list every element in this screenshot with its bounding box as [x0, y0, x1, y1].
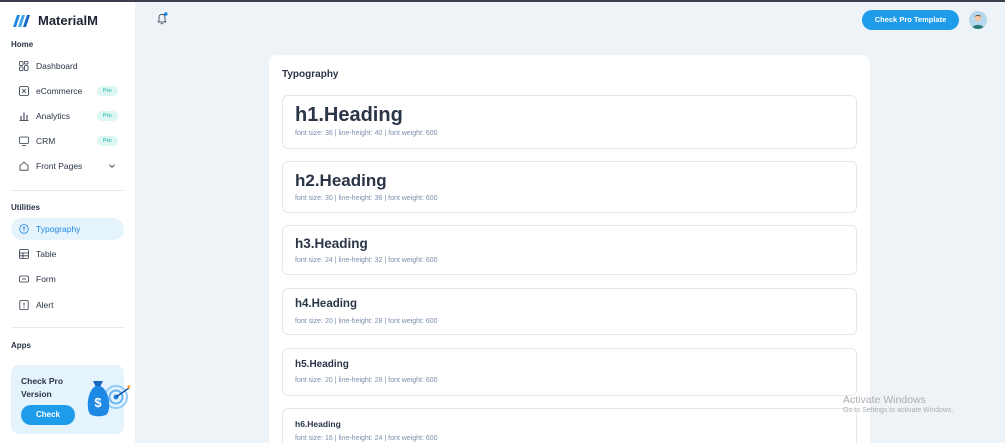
- heading-sample-h5: h5.Heading font size: 20 | line-height: …: [282, 348, 857, 396]
- activate-windows-watermark-title: Activate Windows: [843, 394, 926, 406]
- check-pro-template-button[interactable]: Check Pro Template: [862, 10, 959, 30]
- sidebar-item-front-pages[interactable]: Front Pages: [11, 155, 124, 177]
- heading-text: h2.Heading: [295, 171, 387, 190]
- check-button[interactable]: Check: [21, 405, 75, 425]
- heading-text: h3.Heading: [295, 236, 368, 251]
- page-title: Typography: [282, 69, 339, 80]
- sidebar-item-typography[interactable]: Typography: [11, 218, 124, 240]
- sidebar-item-label: Analytics: [36, 111, 71, 121]
- heading-text: h1.Heading: [295, 104, 403, 126]
- sidebar-item-label: eCommerce: [36, 86, 83, 96]
- heading-sample-h4: h4.Heading font size: 20 | line-height: …: [282, 288, 857, 335]
- window-top-border: [0, 0, 1005, 2]
- section-label-home: Home: [11, 40, 34, 49]
- heading-text: h5.Heading: [295, 359, 349, 370]
- heading-meta: font size: 30 | line-height: 36 | font w…: [295, 195, 438, 202]
- user-avatar[interactable]: [969, 11, 987, 29]
- section-label-utilities: Utilities: [11, 203, 40, 212]
- heading-sample-h1: h1.Heading font size: 36 | line-height: …: [282, 95, 857, 149]
- ecommerce-icon: [19, 86, 29, 96]
- sidebar-item-label: Front Pages: [36, 161, 83, 171]
- activate-windows-watermark-subtitle: Go to Settings to activate Windows.: [843, 407, 954, 414]
- heading-sample-h2: h2.Heading font size: 30 | line-height: …: [282, 161, 857, 213]
- materialm-logo-icon: [13, 15, 30, 27]
- heading-sample-h6: h6.Heading font size: 16 | line-height: …: [282, 408, 857, 443]
- heading-text: h4.Heading: [295, 298, 357, 310]
- front-pages-icon: [19, 161, 29, 171]
- sidebar-item-analytics[interactable]: Analytics Pro: [11, 105, 124, 127]
- brand-name: MaterialM: [38, 12, 98, 28]
- heading-text: h6.Heading: [295, 419, 341, 429]
- user-avatar-icon: [969, 11, 987, 29]
- pro-badge: Pro: [97, 111, 118, 121]
- dashboard-icon: [19, 61, 29, 71]
- heading-meta: font size: 20 | line-height: 28 | font w…: [295, 377, 438, 384]
- chevron-down-icon: [109, 164, 115, 168]
- sidebar-item-crm[interactable]: CRM Pro: [11, 130, 124, 152]
- sidebar-item-ecommerce[interactable]: eCommerce Pro: [11, 80, 124, 102]
- typography-card: Typography h1.Heading font size: 36 | li…: [269, 55, 870, 443]
- sidebar-item-form[interactable]: Form: [11, 268, 124, 290]
- sidebar-item-table[interactable]: Table: [11, 243, 124, 265]
- sidebar-divider: [11, 190, 124, 191]
- pro-badge: Pro: [97, 86, 118, 96]
- analytics-icon: [19, 111, 29, 121]
- table-icon: [19, 249, 29, 259]
- sidebar-item-label: Table: [36, 249, 57, 259]
- pro-promo-card: Check Pro Version Check $: [11, 365, 131, 434]
- sidebar: MaterialM Home Dashboard eCommerce Pro A…: [0, 2, 135, 443]
- heading-meta: font size: 36 | line-height: 40 | font w…: [295, 130, 438, 137]
- sidebar-divider: [11, 327, 124, 328]
- sidebar-item-label: Typography: [36, 224, 81, 234]
- pro-badge: Pro: [97, 136, 118, 146]
- section-label-apps: Apps: [11, 341, 31, 350]
- heading-meta: font size: 20 | line-height: 28 | font w…: [295, 318, 438, 325]
- notification-bell-icon[interactable]: [156, 12, 168, 25]
- sidebar-item-dashboard[interactable]: Dashboard: [11, 55, 124, 77]
- money-bag-target-illustration-icon: $: [87, 381, 131, 417]
- alert-icon: [19, 300, 29, 310]
- heading-meta: font size: 16 | line-height: 24 | font w…: [295, 435, 438, 442]
- typography-icon: [19, 224, 29, 234]
- sidebar-item-label: Alert: [36, 300, 54, 310]
- heading-meta: font size: 24 | line-height: 32 | font w…: [295, 257, 438, 264]
- sidebar-item-label: Dashboard: [36, 61, 78, 71]
- sidebar-item-label: Form: [36, 274, 56, 284]
- form-icon: [19, 274, 29, 284]
- sidebar-item-label: CRM: [36, 136, 56, 146]
- svg-text:$: $: [94, 395, 102, 410]
- brand[interactable]: MaterialM: [12, 10, 98, 30]
- heading-sample-h3: h3.Heading font size: 24 | line-height: …: [282, 225, 857, 275]
- sidebar-item-alert[interactable]: Alert: [11, 294, 124, 316]
- promo-title: Check Pro Version: [21, 376, 64, 399]
- crm-icon: [19, 136, 29, 146]
